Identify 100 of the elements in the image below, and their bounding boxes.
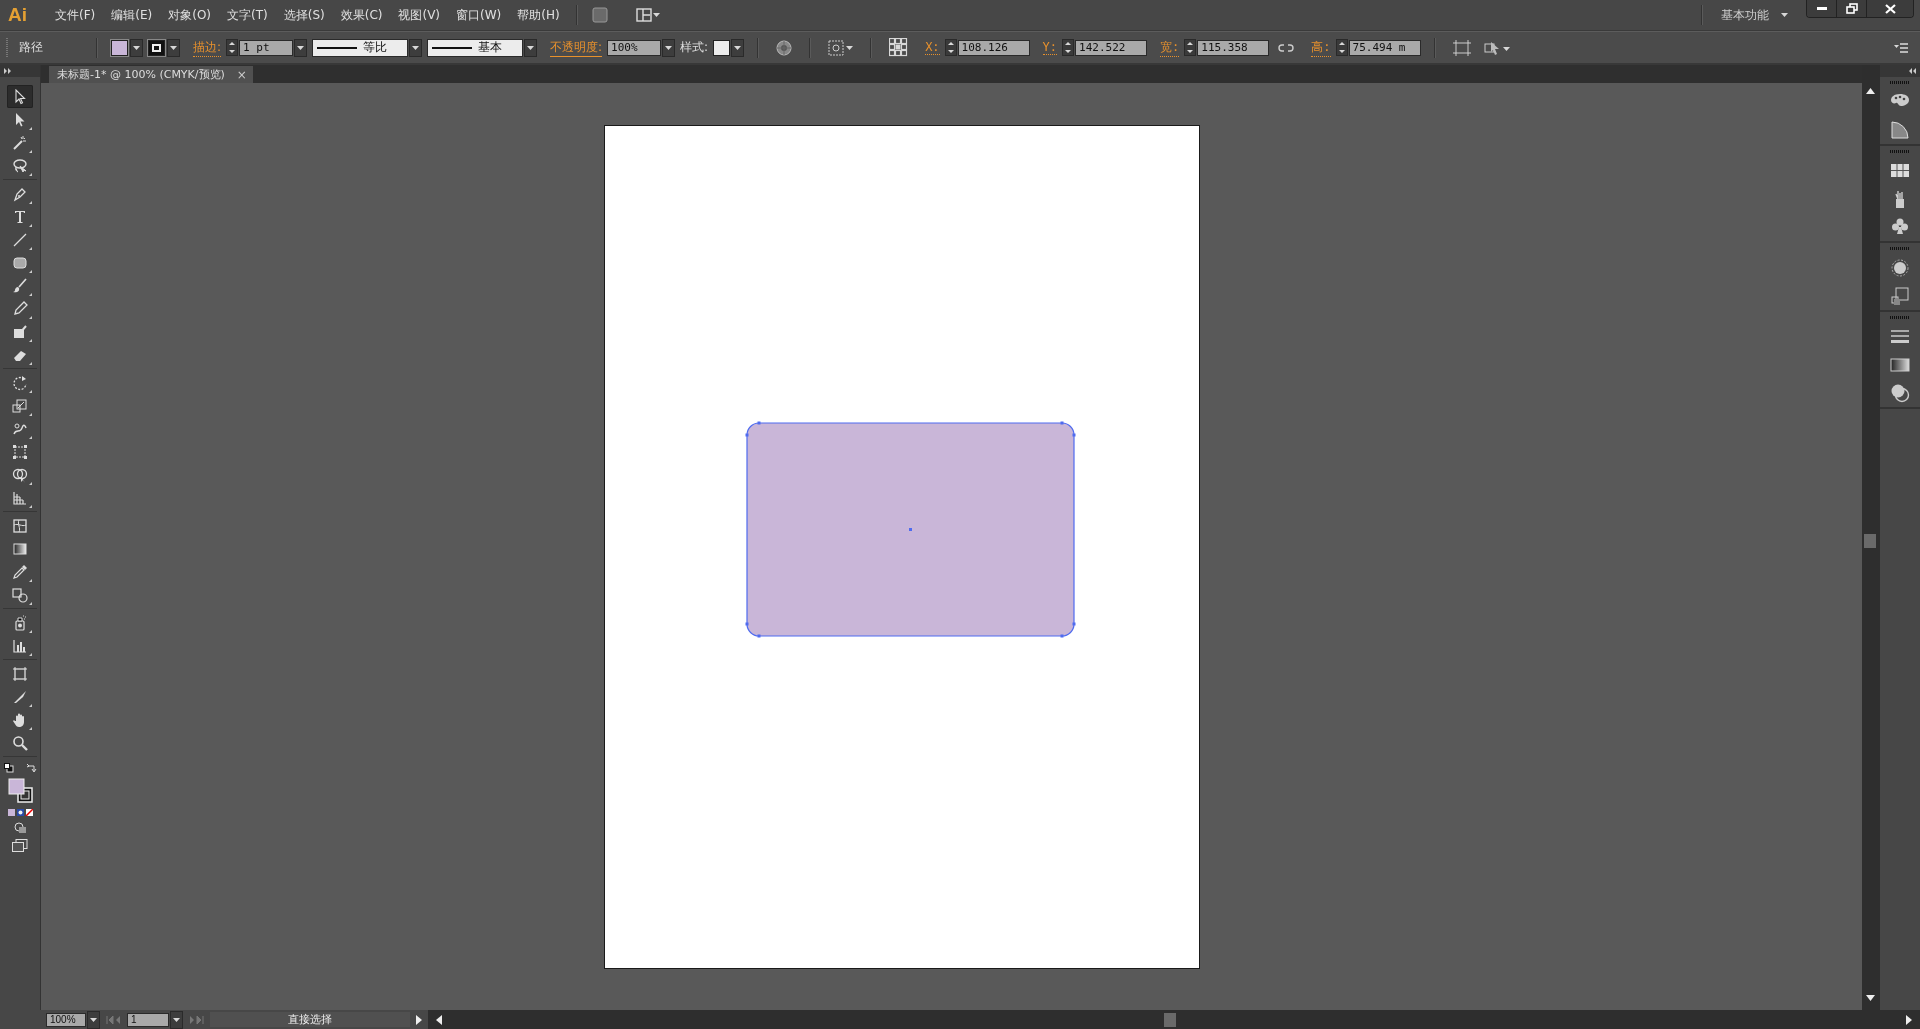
scroll-thumb[interactable] [1164,1012,1176,1027]
dropdown-button[interactable] [524,38,538,57]
scroll-down-icon [1865,995,1875,1002]
swap-arrows-icon[interactable] [25,763,37,773]
dropdown-button[interactable] [731,38,745,57]
width-field[interactable]: 115.358 [1197,39,1270,56]
opacity-link[interactable]: 不透明度: [550,38,603,57]
free-transform-icon [12,443,28,460]
restore-icon [1845,3,1858,14]
gradient-panel-button[interactable] [1890,355,1910,375]
transparency-button[interactable] [1890,383,1910,403]
gradient-panel-icon [1890,355,1910,375]
rotate-icon [12,374,28,391]
menu-item[interactable]: 对象(O) [160,3,220,27]
dropdown-button[interactable] [409,38,423,57]
dropdown-button[interactable] [167,38,180,57]
caret-icon [170,45,177,50]
transform-icon [1452,39,1471,56]
rounded-rectangle-icon [12,254,28,271]
fill-swatch[interactable] [111,39,128,56]
line-icon [12,231,28,248]
blob-brush-icon [12,323,28,340]
brush-label: 基本 [478,39,503,56]
stepper-icon[interactable] [944,39,957,56]
style-swatch[interactable] [713,39,731,56]
caret-icon [90,1017,97,1022]
menu-item[interactable]: 帮助(H) [509,3,568,27]
menu-item[interactable]: 文件(F) [47,3,104,27]
transparency-icon [1890,383,1910,403]
mesh-icon [12,517,28,534]
dropdown-button[interactable] [662,38,676,57]
default-colors-icon[interactable] [3,763,14,773]
page-field[interactable]: 1 [127,1012,169,1027]
paintbrush-icon [12,277,28,294]
y-field[interactable]: 142.522 [1075,39,1148,56]
scroll-up-icon [1865,87,1875,94]
magic-wand-icon [12,134,28,151]
height-label[interactable]: 高: [1311,38,1331,57]
dropdown-button[interactable] [294,38,308,57]
close-button[interactable] [1867,0,1913,17]
stepper-icon[interactable] [1335,39,1348,56]
x-field[interactable]: 108.126 [957,39,1030,56]
caret-icon [734,45,742,50]
spray-can-icon [12,614,28,631]
fill-stroke-icon[interactable] [7,778,33,803]
current-tool-label: 直接选择 [288,1012,332,1027]
zoom-field[interactable]: 100% [46,1012,86,1027]
menu-item[interactable]: 编辑(E) [103,3,161,27]
caret-icon [133,45,140,50]
status-menu-icon[interactable] [416,1014,422,1025]
stepper-icon[interactable] [226,39,239,56]
selection-tool[interactable] [7,85,33,108]
x-label[interactable]: X: [925,40,940,55]
transform-panel-button[interactable] [1890,286,1910,306]
color-modes-icon[interactable] [7,809,33,816]
stroke-link[interactable]: 描边: [193,38,222,57]
tab-close-button[interactable]: × [236,67,247,82]
document-title: 未标题-1* @ 100% (CMYK/预览) [57,67,225,82]
minimize-button[interactable] [1807,0,1837,17]
eyedropper-icon [12,563,28,580]
workspace-label: 基本功能 [1721,6,1769,24]
club-button[interactable] [1890,217,1910,237]
align-icon [828,39,854,56]
vertical-scrollbar[interactable] [1862,65,1878,1010]
last-page-icon [189,1015,204,1024]
stepper-icon[interactable] [1062,39,1075,56]
brush-select[interactable]: 基本 [427,38,524,57]
workspace-switcher[interactable]: 基本功能 [1711,6,1806,24]
stroke-profile-select[interactable]: 等比 [312,38,409,57]
color-guide-button[interactable] [1890,120,1910,140]
stroke-swatch[interactable] [148,39,165,56]
width-label[interactable]: 宽: [1160,38,1180,57]
caret-icon [527,45,535,50]
dropdown-button[interactable] [87,1010,100,1029]
dropdown-button[interactable] [170,1010,183,1029]
gradient-icon [12,540,28,557]
menu-item[interactable]: 视图(V) [390,3,449,27]
opacity-field[interactable]: 100% [607,39,662,56]
screen-mode-icon[interactable] [12,839,28,852]
draw-mode-icon[interactable] [14,822,26,833]
document-tab[interactable]: 未标题-1* @ 100% (CMYK/预览) × [49,66,253,83]
scroll-left-icon [436,1014,442,1025]
menu-item[interactable]: 效果(C) [332,3,391,27]
restore-button[interactable] [1837,0,1867,17]
height-field[interactable]: 75.494 m [1348,39,1421,56]
panel-menu-icon [1894,41,1908,54]
scroll-thumb[interactable] [1864,534,1876,548]
menu-item[interactable]: 文字(T) [219,3,276,27]
dropdown-button[interactable] [130,38,143,57]
artboard-icon [12,665,28,682]
stroke-weight-field[interactable]: 1 pt [239,39,294,56]
y-label[interactable]: Y: [1042,40,1058,55]
scroll-right-icon [1906,1014,1912,1025]
menu-item[interactable]: 窗口(W) [448,3,510,27]
scale-icon [12,397,28,414]
stepper-icon[interactable] [1184,39,1197,56]
menu-item[interactable]: 选择(S) [275,3,333,27]
horizontal-scrollbar[interactable] [428,1010,1920,1029]
center-point [909,528,912,531]
appearance-button[interactable] [1890,258,1910,278]
